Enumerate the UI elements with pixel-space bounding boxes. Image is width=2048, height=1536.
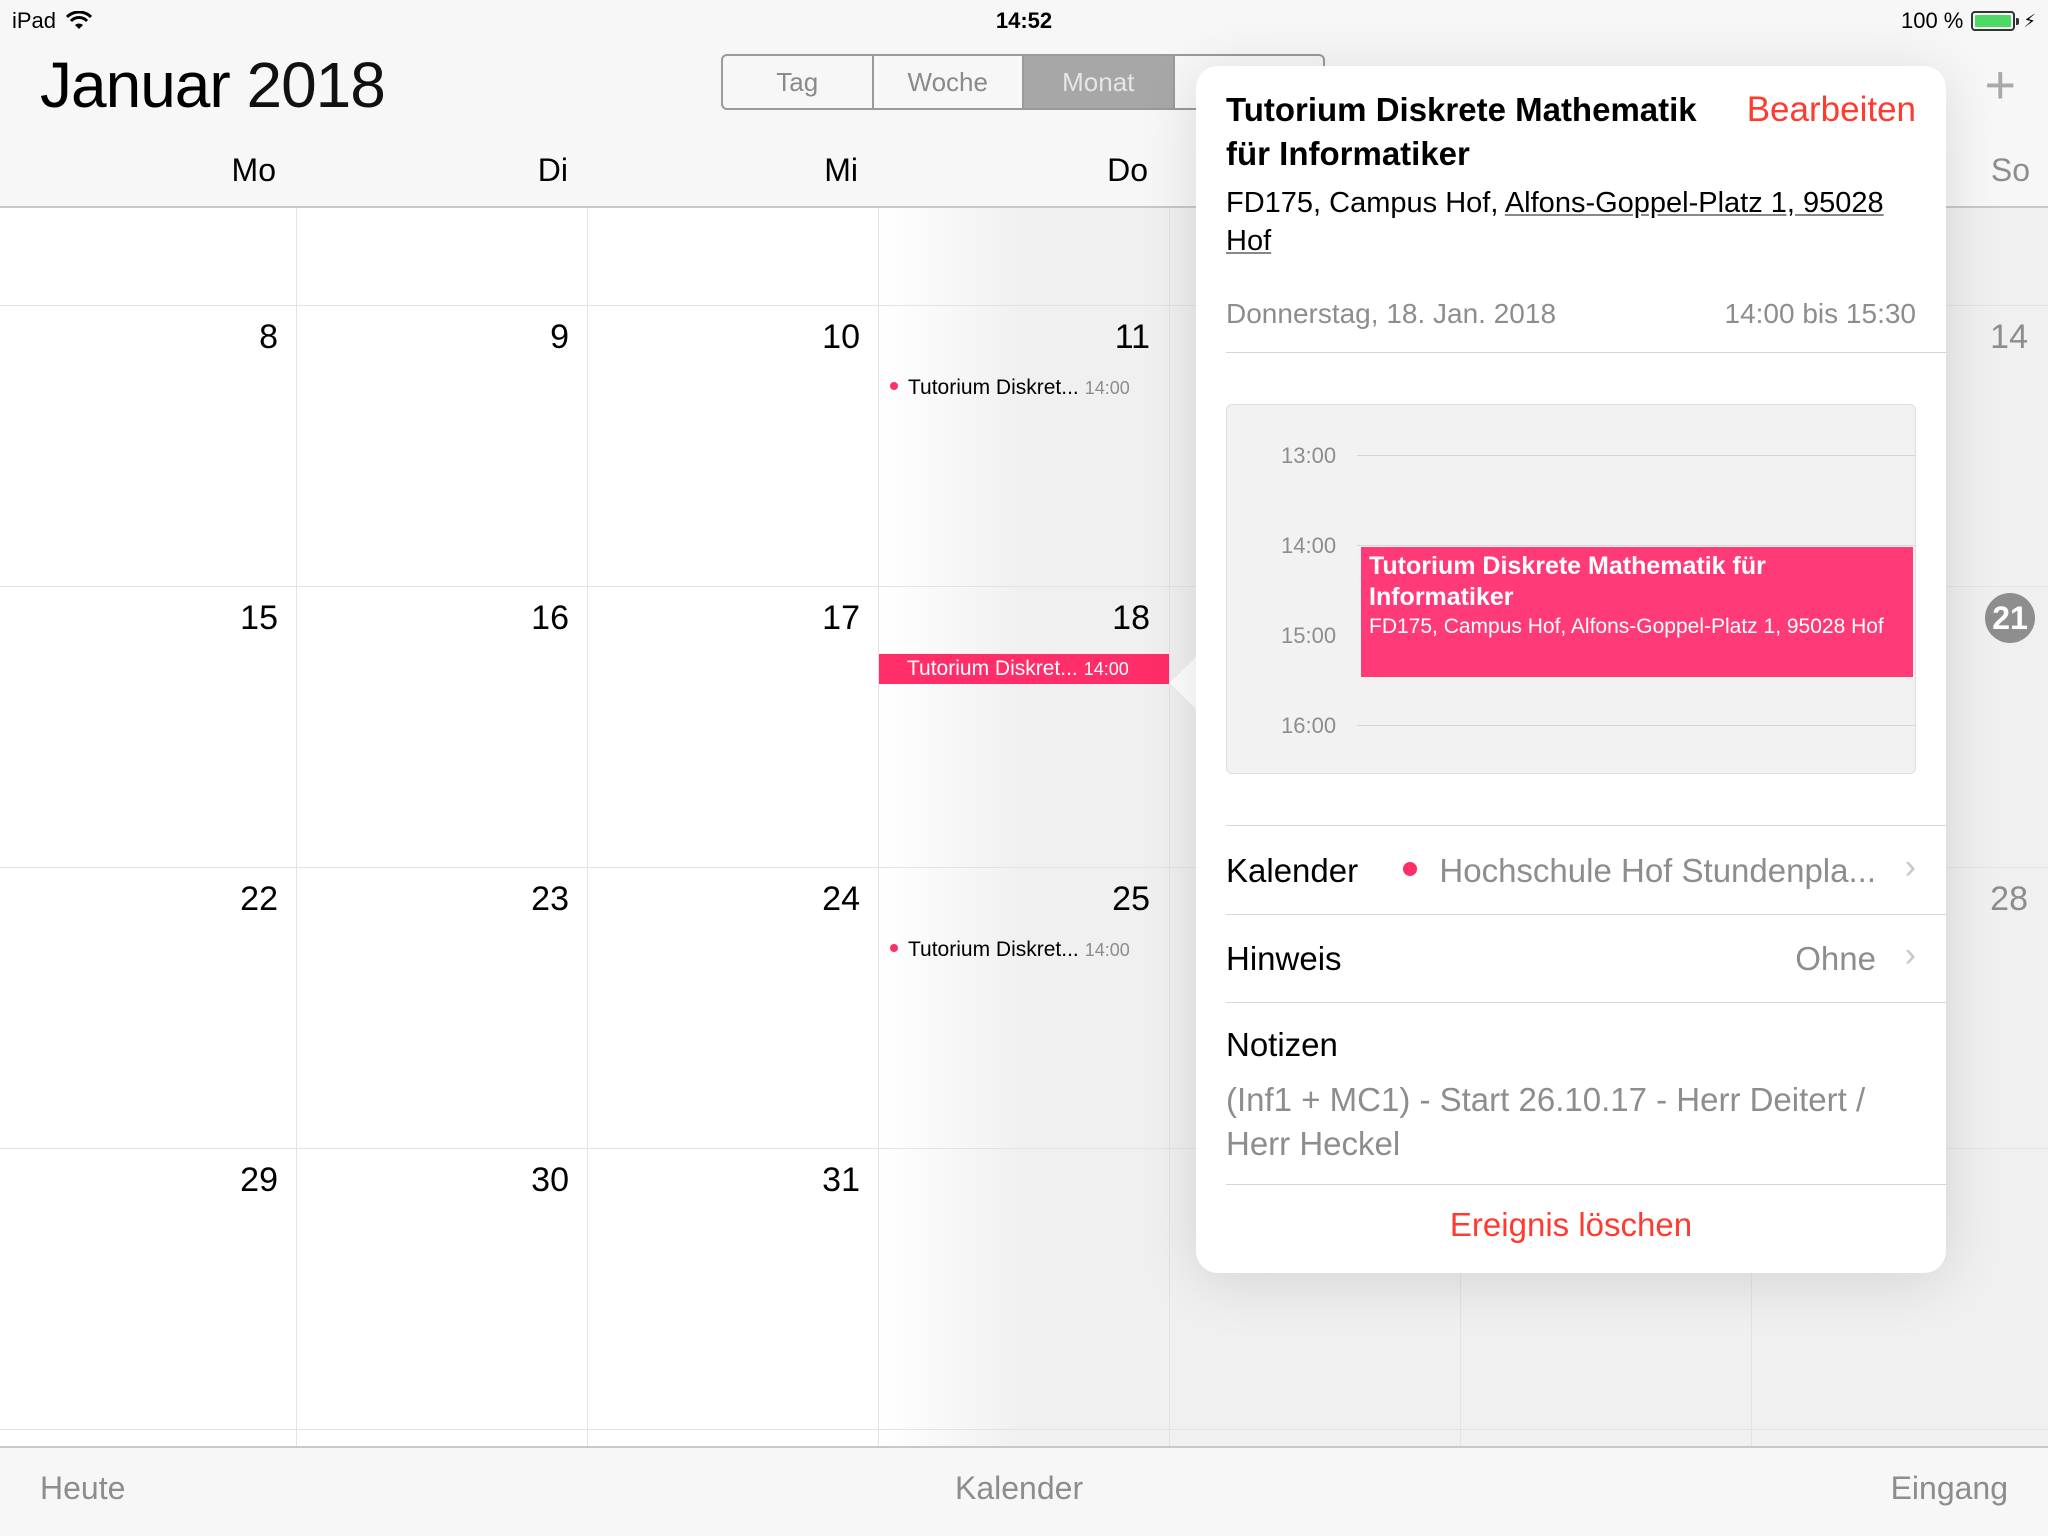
event-time: 14:00 <box>1084 940 1130 960</box>
divider <box>1226 825 1946 826</box>
segment-day[interactable]: Tag <box>723 56 874 108</box>
day-cell[interactable]: 30 <box>469 1161 569 1200</box>
day-preview: 13:00 14:00 15:00 16:00 Tutorium Diskret… <box>1226 404 1916 774</box>
segment-week[interactable]: Woche <box>874 56 1024 108</box>
day-cell[interactable]: 11 <box>1050 318 1150 357</box>
event-dot <box>890 944 898 953</box>
tab-bar: Heute Kalender Eingang <box>0 1446 2048 1536</box>
event-location: FD175, Campus Hof, Alfons-Goppel-Platz 1… <box>1226 184 1906 260</box>
notes-text: (Inf1 + MC1) - Start 26.10.17 - Herr Dei… <box>1226 1081 1866 1162</box>
divider <box>1226 352 1946 353</box>
title-month: Januar <box>40 49 231 121</box>
alert-row-label: Hinweis <box>1226 940 1342 977</box>
chevron-right-icon: › <box>1904 936 1916 974</box>
tab-calendars[interactable]: Kalender <box>955 1470 1083 1507</box>
weekday-do: Do <box>1107 152 1148 188</box>
today-marker[interactable]: 21 <box>1985 593 2035 643</box>
tab-inbox[interactable]: Eingang <box>1891 1470 2008 1507</box>
segment-month[interactable]: Monat <box>1024 56 1175 108</box>
calendar-row-value: Hochschule Hof Stundenpla... <box>1403 852 1876 890</box>
day-cell[interactable]: 9 <box>469 318 569 357</box>
weekday-mo: Mo <box>231 152 276 188</box>
hour-label: 14:00 <box>1281 533 1337 558</box>
hour-label: 15:00 <box>1281 623 1337 648</box>
day-cell[interactable]: 18 <box>1050 599 1150 638</box>
event-time-range: 14:00 bis 15:30 <box>1724 298 1917 329</box>
page-title: Januar 2018 <box>40 48 386 122</box>
day-cell[interactable]: 25 <box>1050 880 1150 919</box>
divider <box>1226 1002 1946 1003</box>
event-detail-popover: Tutorium Diskrete Mathematik für Informa… <box>1196 66 1946 1273</box>
edit-button[interactable]: Bearbeiten <box>1747 88 1916 132</box>
address-link-city[interactable]: Hof <box>1226 225 1271 257</box>
day-cell[interactable]: 10 <box>760 318 860 357</box>
hour-label: 16:00 <box>1281 713 1337 738</box>
location-text: FD175, Campus Hof, <box>1226 187 1505 219</box>
event-item[interactable]: Tutorium Diskret... 14:00 <box>890 376 1130 400</box>
battery-icon <box>1971 11 2020 31</box>
status-right: 100 % ⚡ <box>1901 8 2036 34</box>
event-date: Donnerstag, 18. Jan. 2018 <box>1226 298 1557 329</box>
day-cell[interactable]: 23 <box>469 880 569 919</box>
notes-label: Notizen <box>1226 1026 1338 1063</box>
popover-arrow <box>1170 655 1198 711</box>
chevron-right-icon: › <box>1904 848 1916 886</box>
charging-icon: ⚡ <box>2023 10 2036 31</box>
day-cell[interactable]: 22 <box>178 880 278 919</box>
alert-row-value: Ohne <box>1795 940 1876 977</box>
event-item[interactable]: Tutorium Diskret... 14:00 <box>890 938 1130 962</box>
event-title: Tutorium Diskret... <box>908 376 1079 399</box>
plus-icon[interactable]: + <box>1984 58 2016 112</box>
day-cell[interactable]: 31 <box>760 1161 860 1200</box>
status-bar: iPad 14:52 100 % ⚡ <box>0 0 2048 40</box>
day-cell[interactable]: 15 <box>178 599 278 638</box>
calendar-row-label: Kalender <box>1226 852 1359 889</box>
title-year: 2018 <box>246 49 385 121</box>
event-title: Tutorium Diskret... <box>907 657 1078 680</box>
day-preview-event-title: Tutorium Diskrete Mathematik für Informa… <box>1369 552 1766 611</box>
day-preview-event[interactable]: Tutorium Diskrete Mathematik für Informa… <box>1361 547 1913 677</box>
hour-label: 13:00 <box>1281 443 1337 468</box>
weekday-mi: Mi <box>824 152 858 188</box>
calendar-color-dot <box>1403 862 1418 877</box>
event-dot <box>890 382 898 391</box>
day-preview-event-location: FD175, Campus Hof, Alfons-Goppel-Platz 1… <box>1369 615 1884 638</box>
divider <box>1226 1184 1946 1185</box>
day-cell[interactable]: 16 <box>469 599 569 638</box>
delete-event-button[interactable]: Ereignis löschen <box>1196 1206 1946 1244</box>
day-cell[interactable]: 24 <box>760 880 860 919</box>
weekday-di: Di <box>537 152 568 188</box>
day-cell[interactable]: 29 <box>178 1161 278 1200</box>
weekday-so: So <box>1990 152 2030 188</box>
tab-today[interactable]: Heute <box>40 1470 125 1507</box>
battery-percent: 100 % <box>1900 8 1964 33</box>
event-detail-title: Tutorium Diskrete Mathematik für Informa… <box>1226 91 1697 172</box>
event-time: 14:00 <box>1084 378 1130 398</box>
calendar-name: Hochschule Hof Stundenpla... <box>1439 852 1876 889</box>
event-item-selected[interactable]: Tutorium Diskret... 14:00 <box>879 654 1169 684</box>
day-cell[interactable]: 8 <box>178 318 278 357</box>
event-title: Tutorium Diskret... <box>908 938 1079 961</box>
event-time: 14:00 <box>1083 659 1129 679</box>
day-cell[interactable]: 17 <box>760 599 860 638</box>
address-link[interactable]: Alfons-Goppel-Platz 1, 95028 <box>1505 187 1884 219</box>
status-time: 14:52 <box>995 8 1053 33</box>
divider <box>1226 914 1946 915</box>
